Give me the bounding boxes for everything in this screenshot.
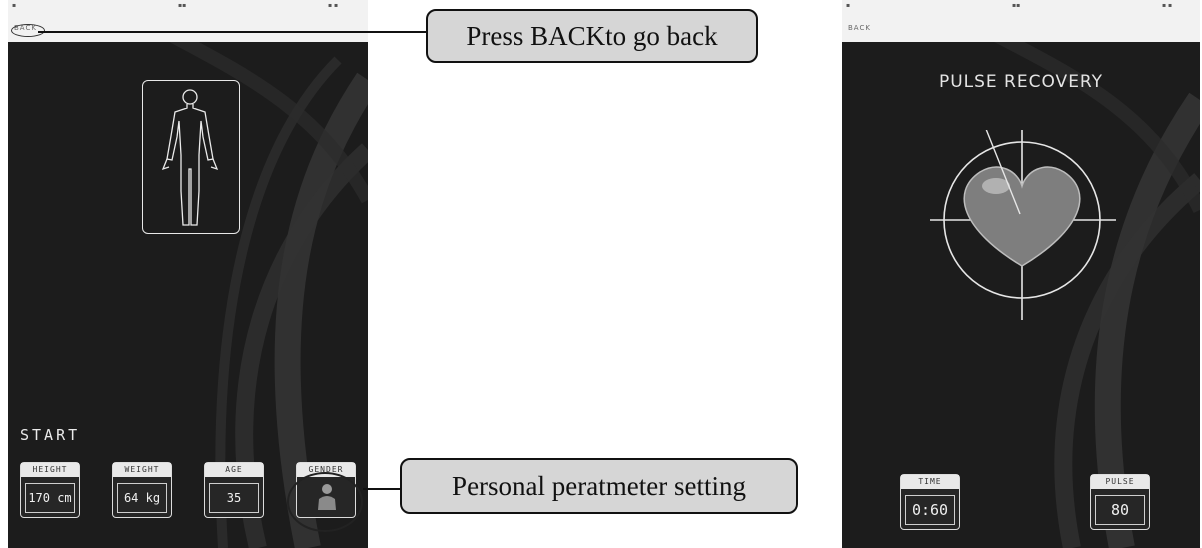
timer-tile: TIME 0:60 xyxy=(900,474,960,530)
back-button[interactable]: BACK xyxy=(848,24,871,32)
pulse-label: PULSE xyxy=(1091,475,1149,489)
time-value: 0:60 xyxy=(905,495,955,525)
pulse-tile: PULSE 80 xyxy=(1090,474,1150,530)
callout-personal-setting: Personal peratmeter setting xyxy=(400,458,798,514)
pulse-recovery-screen: ▪ ▪▪ ▪ ▪ BACK PULSE RECOVERY TIME 0:60 P… xyxy=(842,0,1200,548)
callout-back-instruction: Press BACKto go back xyxy=(426,9,758,63)
status-indicator: ▪ xyxy=(846,2,851,9)
status-indicator: ▪ ▪ xyxy=(1162,2,1173,9)
pulse-value: 80 xyxy=(1095,495,1145,525)
pulse-recovery-title: PULSE RECOVERY xyxy=(938,72,1104,92)
heart-target-graphic xyxy=(930,130,1116,320)
status-bar: ▪ ▪▪ ▪ ▪ BACK xyxy=(842,0,1200,42)
status-indicator: ▪▪ xyxy=(1012,2,1021,9)
time-label: TIME xyxy=(901,475,959,489)
